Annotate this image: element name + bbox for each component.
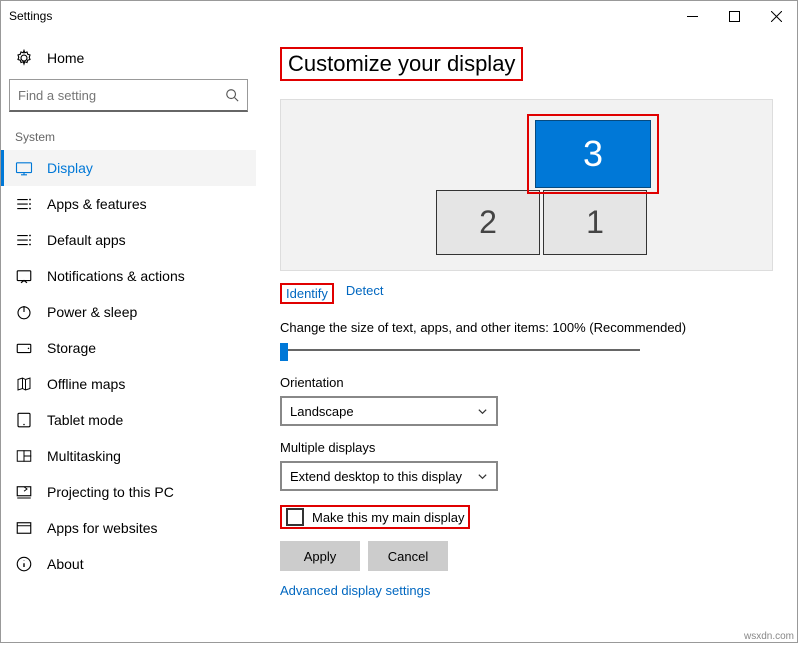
sidebar-item-display[interactable]: Display — [1, 150, 256, 186]
sidebar-item-label: Notifications & actions — [47, 268, 185, 284]
notifications-icon — [15, 267, 33, 285]
page-title: Customize your display — [280, 47, 523, 81]
settings-window: Settings Home System Display — [0, 0, 798, 643]
sidebar-item-label: Power & sleep — [47, 304, 137, 320]
detect-link[interactable]: Detect — [346, 283, 384, 304]
category-label: System — [1, 126, 256, 150]
home-button[interactable]: Home — [1, 41, 256, 79]
chevron-down-icon — [477, 471, 488, 482]
sidebar-item-label: Projecting to this PC — [47, 484, 174, 500]
orientation-select[interactable]: Landscape — [280, 396, 498, 426]
sidebar-item-power[interactable]: Power & sleep — [1, 294, 256, 330]
search-input[interactable] — [9, 79, 248, 112]
display-arrangement[interactable]: 2 1 3 — [280, 99, 773, 271]
sidebar-item-label: Tablet mode — [47, 412, 123, 428]
sidebar-item-multitasking[interactable]: Multitasking — [1, 438, 256, 474]
sidebar-item-about[interactable]: About — [1, 546, 256, 582]
sidebar-item-apps[interactable]: Apps & features — [1, 186, 256, 222]
sidebar-item-label: Display — [47, 160, 93, 176]
storage-icon — [15, 339, 33, 357]
close-button[interactable] — [755, 1, 797, 31]
search-icon — [225, 88, 239, 102]
maximize-button[interactable] — [713, 1, 755, 31]
websites-icon — [15, 519, 33, 537]
advanced-settings-link[interactable]: Advanced display settings — [280, 583, 773, 598]
titlebar: Settings — [1, 1, 797, 31]
tablet-icon — [15, 411, 33, 429]
main-display-row: Make this my main display — [280, 505, 470, 529]
projecting-icon — [15, 483, 33, 501]
watermark: wsxdn.com — [744, 631, 794, 642]
apps-icon — [15, 195, 33, 213]
sidebar-item-projecting[interactable]: Projecting to this PC — [1, 474, 256, 510]
scale-slider[interactable] — [280, 341, 640, 359]
multiple-displays-select[interactable]: Extend desktop to this display — [280, 461, 498, 491]
sidebar-item-default-apps[interactable]: Default apps — [1, 222, 256, 258]
sidebar-item-label: Multitasking — [47, 448, 121, 464]
display-icon — [15, 159, 33, 177]
apply-button[interactable]: Apply — [280, 541, 360, 571]
sidebar-item-storage[interactable]: Storage — [1, 330, 256, 366]
multiple-label: Multiple displays — [280, 440, 773, 455]
main-panel: Customize your display 2 1 3 Identify De… — [256, 31, 797, 642]
main-display-label: Make this my main display — [312, 510, 464, 525]
sidebar-item-label: About — [47, 556, 84, 572]
monitor-2[interactable]: 2 — [436, 190, 540, 255]
home-label: Home — [47, 50, 84, 66]
about-icon — [15, 555, 33, 573]
nav-list: Display Apps & features Default apps Not… — [1, 150, 256, 582]
default-apps-icon — [15, 231, 33, 249]
identify-link[interactable]: Identify — [280, 283, 334, 304]
sidebar-item-label: Offline maps — [47, 376, 125, 392]
highlight-box — [527, 114, 659, 194]
cancel-button[interactable]: Cancel — [368, 541, 448, 571]
gear-icon — [15, 49, 33, 67]
orientation-label: Orientation — [280, 375, 773, 390]
minimize-button[interactable] — [671, 1, 713, 31]
chevron-down-icon — [477, 406, 488, 417]
search-field[interactable] — [18, 88, 225, 103]
main-display-checkbox[interactable] — [286, 508, 304, 526]
sidebar-item-label: Storage — [47, 340, 96, 356]
power-icon — [15, 303, 33, 321]
sidebar-item-websites[interactable]: Apps for websites — [1, 510, 256, 546]
sidebar-item-label: Apps & features — [47, 196, 147, 212]
sidebar-item-tablet[interactable]: Tablet mode — [1, 402, 256, 438]
window-title: Settings — [1, 9, 671, 23]
sidebar: Home System Display Apps & features — [1, 31, 256, 642]
sidebar-item-maps[interactable]: Offline maps — [1, 366, 256, 402]
monitor-1[interactable]: 1 — [543, 190, 647, 255]
multitasking-icon — [15, 447, 33, 465]
scale-label: Change the size of text, apps, and other… — [280, 320, 773, 335]
sidebar-item-label: Apps for websites — [47, 520, 158, 536]
maps-icon — [15, 375, 33, 393]
sidebar-item-notifications[interactable]: Notifications & actions — [1, 258, 256, 294]
sidebar-item-label: Default apps — [47, 232, 126, 248]
